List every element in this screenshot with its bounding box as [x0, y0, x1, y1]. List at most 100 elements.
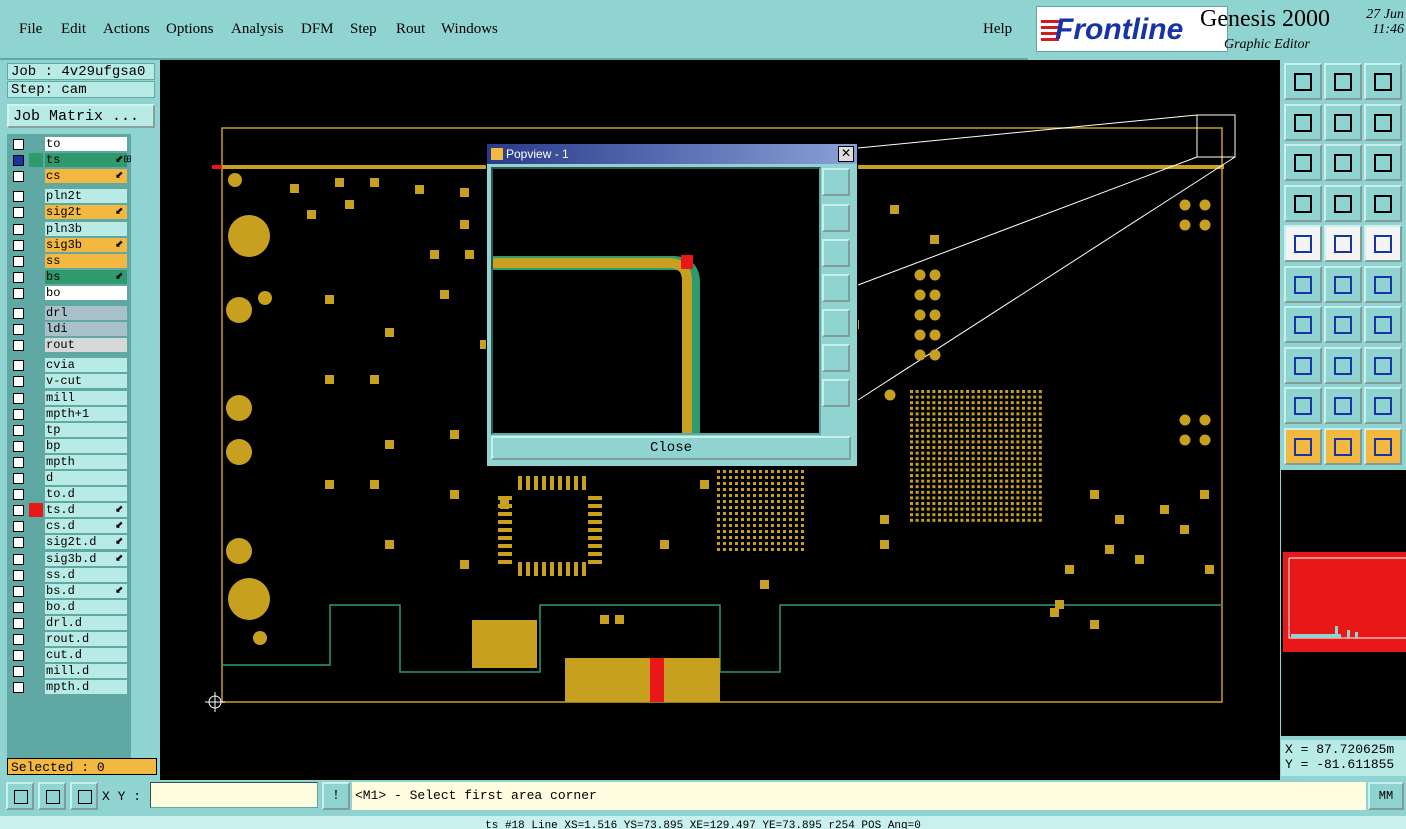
measure-button[interactable]: [1284, 184, 1322, 222]
layer-name[interactable]: rout.d: [45, 632, 127, 646]
popview-zoom-in-button[interactable]: [822, 168, 850, 196]
popview-pan-up-button[interactable]: [822, 204, 850, 232]
layer-name[interactable]: to: [45, 137, 127, 151]
layer-checkbox[interactable]: [13, 139, 24, 150]
menu-windows[interactable]: Windows: [441, 21, 498, 38]
layer-checkbox[interactable]: [13, 666, 24, 678]
probe-button[interactable]: [1324, 184, 1362, 222]
layer-checkbox[interactable]: [13, 521, 24, 533]
layer-checkbox[interactable]: [13, 376, 24, 388]
layer-checkbox[interactable]: [13, 505, 24, 517]
load-button[interactable]: [1284, 63, 1322, 100]
cross-button[interactable]: [1324, 265, 1362, 303]
layer-row[interactable]: bo.d: [7, 599, 131, 614]
xy-input[interactable]: [150, 782, 318, 808]
layer-row[interactable]: pln2t: [7, 189, 131, 204]
layer-name[interactable]: tp: [45, 422, 127, 437]
layer-checkbox[interactable]: [13, 537, 24, 549]
vertex-button[interactable]: [1364, 265, 1402, 303]
layer-row[interactable]: bp: [7, 438, 131, 453]
layer-name[interactable]: pln2t: [45, 189, 127, 204]
layer-row[interactable]: tp: [7, 422, 131, 437]
popview-fit-button[interactable]: [822, 344, 850, 372]
resize-button[interactable]: [1364, 346, 1402, 384]
layer-checkbox[interactable]: [13, 650, 24, 662]
menu-analysis[interactable]: Analysis: [231, 21, 284, 38]
dash-button[interactable]: [1324, 346, 1362, 384]
line-button[interactable]: [1324, 306, 1362, 343]
layer-row[interactable]: bo: [7, 285, 131, 300]
layer-checkbox[interactable]: [13, 601, 24, 613]
home-button[interactable]: [1364, 63, 1402, 100]
layer-row[interactable]: sig2t ⬋: [7, 205, 131, 220]
popview-titlebar[interactable]: Popview - 1 ✕: [487, 144, 857, 164]
units-button[interactable]: MM: [1368, 782, 1404, 810]
layer-row[interactable]: sig2t.d ⬋: [7, 535, 131, 550]
select-button[interactable]: [1284, 427, 1322, 465]
layer-name[interactable]: bo: [45, 285, 127, 300]
layer-name[interactable]: cvia: [45, 358, 127, 373]
layer-name[interactable]: mpth.d: [45, 680, 127, 695]
zoom-fit-button[interactable]: [1284, 144, 1322, 181]
layer-row[interactable]: cs ⬋: [7, 169, 131, 184]
layer-row[interactable]: ss.d: [7, 567, 131, 582]
triangle-button[interactable]: [1284, 387, 1322, 424]
layer-row[interactable]: cs.d ⬋: [7, 519, 131, 534]
layer-row[interactable]: mpth: [7, 454, 131, 469]
layer-checkbox[interactable]: [13, 569, 24, 581]
angle-mode-button[interactable]: [38, 782, 66, 810]
layer-row[interactable]: mpth+1: [7, 406, 131, 421]
layer-name[interactable]: ldi: [45, 322, 127, 337]
layer-row[interactable]: drl: [7, 306, 131, 320]
layer-row[interactable]: ts ⬋⊞: [7, 153, 132, 168]
grid-mode-button[interactable]: [70, 782, 98, 810]
layer-row[interactable]: v-cut: [7, 374, 131, 389]
save-button[interactable]: [1324, 63, 1362, 100]
layer-checkbox[interactable]: [13, 489, 24, 501]
layer-checkbox[interactable]: [13, 308, 24, 319]
layer-checkbox[interactable]: [13, 424, 24, 436]
layer-name[interactable]: v-cut: [45, 374, 127, 389]
layer-checkbox[interactable]: [13, 324, 24, 336]
menu-file[interactable]: File: [19, 21, 42, 38]
layer-name[interactable]: mpth+1: [45, 406, 127, 421]
polygon-button[interactable]: [1364, 387, 1402, 424]
layer-row[interactable]: to: [7, 137, 131, 151]
layer-checkbox[interactable]: [13, 682, 24, 694]
menu-actions[interactable]: Actions: [103, 21, 150, 38]
select-box-button[interactable]: [1324, 427, 1362, 465]
pad-button[interactable]: [1284, 346, 1322, 384]
layer-row[interactable]: ts.d ⬋: [7, 503, 131, 518]
layer-checkbox[interactable]: [13, 271, 24, 283]
layer-row[interactable]: drl.d: [7, 615, 131, 630]
layer-checkbox[interactable]: [13, 223, 24, 235]
layer-checkbox[interactable]: [13, 617, 24, 629]
popview-pan-down-button[interactable]: [822, 239, 850, 267]
zoom-center-button[interactable]: [1324, 144, 1362, 181]
layer-row[interactable]: rout.d: [7, 632, 131, 646]
layer-checkbox[interactable]: [13, 585, 24, 597]
menu-dfm[interactable]: DFM: [301, 21, 334, 38]
overview-map[interactable]: [1281, 470, 1406, 736]
layer-row[interactable]: d: [7, 471, 131, 485]
layer-row[interactable]: mpth.d: [7, 680, 131, 695]
scale-1-2-button[interactable]: [1364, 144, 1402, 181]
layer-row[interactable]: sig3b ⬋: [7, 237, 131, 252]
layer-row[interactable]: ss: [7, 253, 131, 268]
layer-name[interactable]: mill: [45, 390, 127, 405]
layer-name[interactable]: mpth: [45, 454, 127, 469]
layer-checkbox[interactable]: [13, 392, 24, 404]
layer-name[interactable]: cut.d: [45, 648, 127, 663]
connect-button[interactable]: [1284, 265, 1322, 303]
layer-row[interactable]: mill.d: [7, 664, 131, 679]
highlight-button[interactable]: [1324, 225, 1362, 262]
layer-name[interactable]: ss: [45, 253, 127, 268]
layer-checkbox[interactable]: [13, 553, 24, 565]
layer-row[interactable]: mill: [7, 390, 131, 405]
layer-checkbox[interactable]: [13, 340, 24, 352]
layer-checkbox[interactable]: [13, 473, 24, 484]
layer-name[interactable]: bo.d: [45, 599, 127, 614]
undo-view-button[interactable]: [1364, 103, 1402, 141]
layer-checkbox[interactable]: [13, 456, 24, 468]
layer-row[interactable]: pln3b: [7, 221, 131, 236]
